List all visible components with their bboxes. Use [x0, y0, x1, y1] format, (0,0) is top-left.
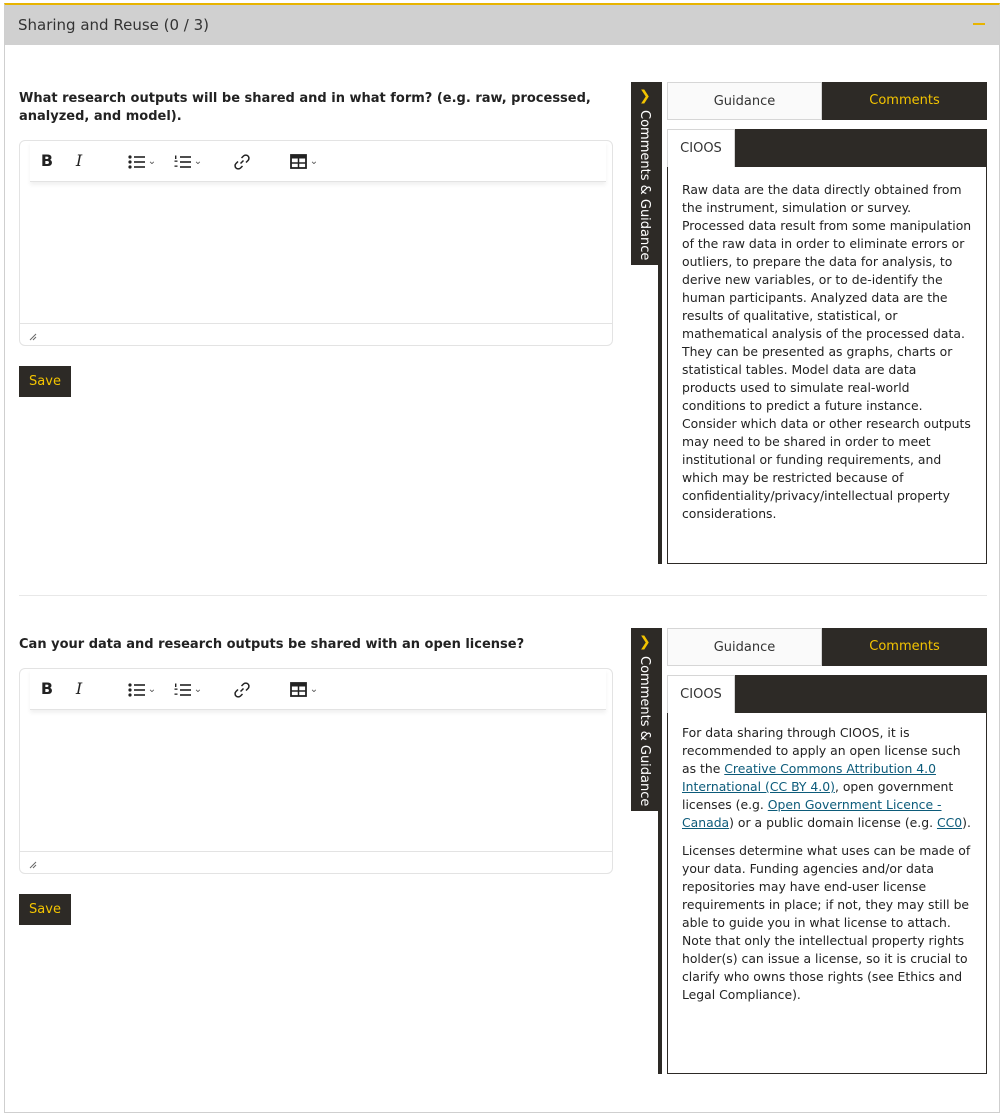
chevron-right-icon: ❯: [639, 88, 651, 104]
org-tabs: CIOOS: [667, 129, 987, 167]
link-icon: [234, 681, 250, 698]
chevron-down-icon: ⌄: [147, 683, 157, 695]
bullet-list-icon: [128, 154, 145, 169]
save-button[interactable]: Save: [19, 366, 71, 397]
bold-button[interactable]: B: [40, 151, 54, 171]
question-text: Can your data and research outputs be sh…: [19, 637, 525, 652]
question-text: What research outputs will be shared and…: [19, 91, 591, 124]
link-icon: [234, 153, 250, 170]
tab-guidance[interactable]: Guidance: [667, 628, 822, 666]
resize-handle-icon[interactable]: [29, 333, 37, 341]
sharing-reuse-panel: Sharing and Reuse (0 / 3) What research …: [4, 3, 1000, 1113]
chevron-right-icon: ❯: [639, 634, 651, 650]
editor-statusbar: [20, 323, 612, 345]
tab-comments[interactable]: Comments: [822, 628, 987, 666]
chevron-down-icon: ⌄: [309, 155, 319, 167]
table-button[interactable]: ⌄: [286, 679, 322, 699]
editor-toolbar: B I ⌄ ⌄ ⌄: [30, 669, 606, 710]
guidance-paragraph: For data sharing through CIOOS, it is re…: [682, 725, 971, 830]
cc0-link[interactable]: CC0: [937, 815, 962, 830]
table-icon: [289, 682, 307, 697]
side-panel-tabs: Guidance Comments: [667, 82, 987, 120]
comments-guidance-label: Comments & Guidance: [637, 656, 652, 807]
guidance-paragraph: Raw data are the data directly obtained …: [682, 182, 972, 521]
link-button[interactable]: [232, 679, 252, 699]
link-button[interactable]: [232, 151, 252, 171]
tab-guidance[interactable]: Guidance: [667, 82, 822, 120]
guidance-paragraph: Licenses determine what uses can be made…: [682, 843, 971, 1002]
chevron-down-icon: ⌄: [193, 683, 203, 695]
chevron-down-icon: ⌄: [193, 155, 203, 167]
editor-statusbar: [20, 851, 612, 873]
guidance-text: Raw data are the data directly obtained …: [682, 181, 974, 533]
italic-button[interactable]: I: [72, 679, 86, 699]
chevron-down-icon: ⌄: [309, 683, 319, 695]
panel-header[interactable]: Sharing and Reuse (0 / 3): [5, 5, 999, 45]
bullet-list-button[interactable]: ⌄: [122, 151, 162, 171]
table-button[interactable]: ⌄: [286, 151, 322, 171]
bullet-list-button[interactable]: ⌄: [122, 679, 162, 699]
editor-toolbar: B I ⌄ ⌄ ⌄: [30, 141, 606, 182]
resize-handle-icon[interactable]: [29, 861, 37, 869]
collapse-icon[interactable]: [973, 23, 985, 25]
save-button[interactable]: Save: [19, 894, 71, 925]
italic-button[interactable]: I: [72, 151, 86, 171]
org-tabs: CIOOS: [667, 675, 987, 713]
bullet-list-icon: [128, 682, 145, 697]
numbered-list-button[interactable]: ⌄: [168, 679, 208, 699]
table-icon: [289, 154, 307, 169]
tab-cioos[interactable]: CIOOS: [667, 129, 735, 167]
comments-guidance-toggle[interactable]: ❯ Comments & Guidance: [631, 628, 660, 811]
side-panel-tabs: Guidance Comments: [667, 628, 987, 666]
guidance-text: For data sharing through CIOOS, it is re…: [682, 724, 974, 1014]
chevron-down-icon: ⌄: [147, 155, 157, 167]
comments-guidance-toggle[interactable]: ❯ Comments & Guidance: [631, 82, 660, 265]
side-panel-divider: [658, 82, 662, 564]
guidance-panel: Raw data are the data directly obtained …: [667, 167, 987, 564]
editor-content-area[interactable]: [20, 710, 612, 851]
numbered-list-button[interactable]: ⌄: [168, 151, 208, 171]
comments-guidance-label: Comments & Guidance: [637, 110, 652, 261]
bold-button[interactable]: B: [40, 679, 54, 699]
side-panel-divider: [658, 628, 662, 1074]
editor-content-area[interactable]: [20, 182, 612, 323]
question-divider: [19, 595, 987, 596]
tab-cioos[interactable]: CIOOS: [667, 675, 735, 713]
guidance-panel: For data sharing through CIOOS, it is re…: [667, 713, 987, 1074]
numbered-list-icon: [174, 155, 191, 168]
rich-text-editor[interactable]: B I ⌄ ⌄ ⌄: [19, 140, 613, 346]
section-title: Sharing and Reuse (0 / 3): [18, 16, 210, 34]
tab-comments[interactable]: Comments: [822, 82, 987, 120]
numbered-list-icon: [174, 683, 191, 696]
rich-text-editor[interactable]: B I ⌄ ⌄ ⌄: [19, 668, 613, 874]
